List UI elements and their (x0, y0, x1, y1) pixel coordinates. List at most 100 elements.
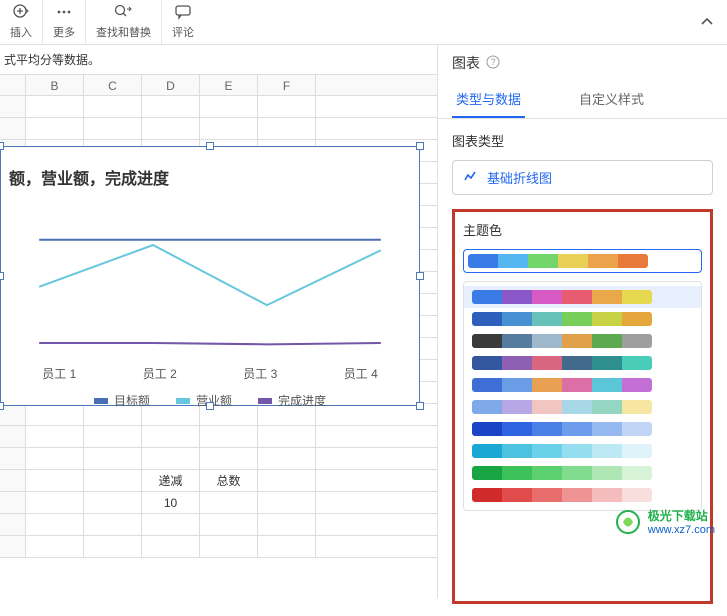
grid-cell[interactable] (316, 96, 437, 117)
grid-row[interactable]: 10 (0, 492, 437, 514)
theme-option[interactable] (464, 440, 701, 462)
grid-cell[interactable] (258, 536, 316, 557)
grid-cell[interactable] (26, 492, 84, 513)
grid-cell[interactable] (142, 536, 200, 557)
col-header[interactable] (0, 75, 26, 95)
theme-option[interactable] (464, 418, 701, 440)
grid-cell[interactable] (142, 448, 200, 469)
grid-row[interactable] (0, 514, 437, 536)
row-head[interactable] (0, 448, 26, 469)
col-header-f[interactable]: F (258, 75, 316, 95)
grid-cell[interactable] (316, 536, 437, 557)
collapse-toggle[interactable] (687, 0, 727, 44)
grid-cell[interactable] (258, 96, 316, 117)
resize-handle[interactable] (416, 272, 424, 280)
grid-row[interactable]: 递减总数 (0, 470, 437, 492)
grid-cell[interactable] (200, 96, 258, 117)
row-head[interactable] (0, 514, 26, 535)
row-head[interactable] (0, 96, 26, 117)
grid-cell[interactable] (200, 448, 258, 469)
grid-cell[interactable] (200, 426, 258, 447)
grid-row[interactable] (0, 118, 437, 140)
grid-cell[interactable] (258, 470, 316, 491)
grid-cell[interactable] (316, 118, 437, 139)
row-head[interactable] (0, 470, 26, 491)
resize-handle[interactable] (416, 142, 424, 150)
grid-cell[interactable]: 10 (142, 492, 200, 513)
row-head[interactable] (0, 492, 26, 513)
spreadsheet-grid[interactable]: 递减总数10 额，营业额，完成进度 员工 1员工 2员工 3员工 4 目标额营业… (0, 96, 437, 576)
grid-cell[interactable] (316, 470, 437, 491)
tab-type-data[interactable]: 类型与数据 (452, 81, 525, 118)
chart-object[interactable]: 额，营业额，完成进度 员工 1员工 2员工 3员工 4 目标额营业额完成进度 (0, 146, 420, 406)
grid-cell[interactable] (84, 96, 142, 117)
resize-handle[interactable] (416, 402, 424, 410)
grid-cell[interactable] (26, 118, 84, 139)
grid-cell[interactable] (26, 536, 84, 557)
theme-option[interactable] (464, 396, 701, 418)
grid-cell[interactable] (84, 118, 142, 139)
grid-cell[interactable] (200, 492, 258, 513)
grid-cell[interactable] (142, 96, 200, 117)
grid-cell[interactable] (142, 118, 200, 139)
col-header-c[interactable]: C (84, 75, 142, 95)
grid-cell[interactable] (200, 118, 258, 139)
theme-color-selected[interactable] (463, 249, 702, 273)
toolbar-comment[interactable]: 评论 (162, 0, 204, 44)
resize-handle[interactable] (0, 272, 4, 280)
grid-cell[interactable] (316, 448, 437, 469)
resize-handle[interactable] (0, 402, 4, 410)
grid-cell[interactable] (200, 536, 258, 557)
grid-row[interactable] (0, 448, 437, 470)
grid-cell[interactable] (142, 514, 200, 535)
theme-option[interactable] (464, 374, 701, 396)
grid-cell[interactable] (26, 514, 84, 535)
grid-cell[interactable]: 总数 (200, 470, 258, 491)
theme-option[interactable] (464, 484, 701, 506)
theme-option[interactable] (464, 308, 701, 330)
grid-cell[interactable] (26, 426, 84, 447)
grid-cell[interactable] (26, 448, 84, 469)
grid-cell[interactable] (258, 514, 316, 535)
col-header-g[interactable] (316, 75, 437, 95)
grid-cell[interactable] (258, 118, 316, 139)
toolbar-find-replace[interactable]: 查找和替换 (86, 0, 162, 44)
row-head[interactable] (0, 426, 26, 447)
col-header-b[interactable]: B (26, 75, 84, 95)
theme-option[interactable] (464, 352, 701, 374)
row-head[interactable] (0, 118, 26, 139)
grid-cell[interactable] (316, 492, 437, 513)
tab-custom-style[interactable]: 自定义样式 (575, 81, 648, 118)
grid-cell[interactable] (258, 426, 316, 447)
grid-cell[interactable] (316, 514, 437, 535)
grid-row[interactable] (0, 96, 437, 118)
grid-cell[interactable] (258, 448, 316, 469)
resize-handle[interactable] (206, 142, 214, 150)
toolbar-more[interactable]: 更多 (43, 0, 86, 44)
resize-handle[interactable] (206, 402, 214, 410)
grid-row[interactable] (0, 426, 437, 448)
grid-cell[interactable] (258, 492, 316, 513)
col-header-e[interactable]: E (200, 75, 258, 95)
grid-cell[interactable] (84, 426, 142, 447)
theme-option[interactable] (464, 330, 701, 352)
grid-cell[interactable] (84, 492, 142, 513)
row-head[interactable] (0, 536, 26, 557)
grid-cell[interactable] (84, 470, 142, 491)
grid-cell[interactable] (142, 426, 200, 447)
theme-option[interactable] (464, 286, 701, 308)
grid-cell[interactable] (84, 536, 142, 557)
grid-cell[interactable] (316, 426, 437, 447)
grid-cell[interactable] (26, 470, 84, 491)
resize-handle[interactable] (0, 142, 4, 150)
theme-option[interactable] (464, 462, 701, 484)
grid-cell[interactable] (84, 514, 142, 535)
grid-row[interactable] (0, 536, 437, 558)
chart-type-selector[interactable]: 基础折线图 (452, 160, 713, 195)
grid-cell[interactable] (26, 96, 84, 117)
help-icon[interactable]: ? (486, 55, 500, 72)
grid-cell[interactable]: 递减 (142, 470, 200, 491)
toolbar-insert[interactable]: 插入 (0, 0, 43, 44)
grid-cell[interactable] (84, 448, 142, 469)
col-header-d[interactable]: D (142, 75, 200, 95)
